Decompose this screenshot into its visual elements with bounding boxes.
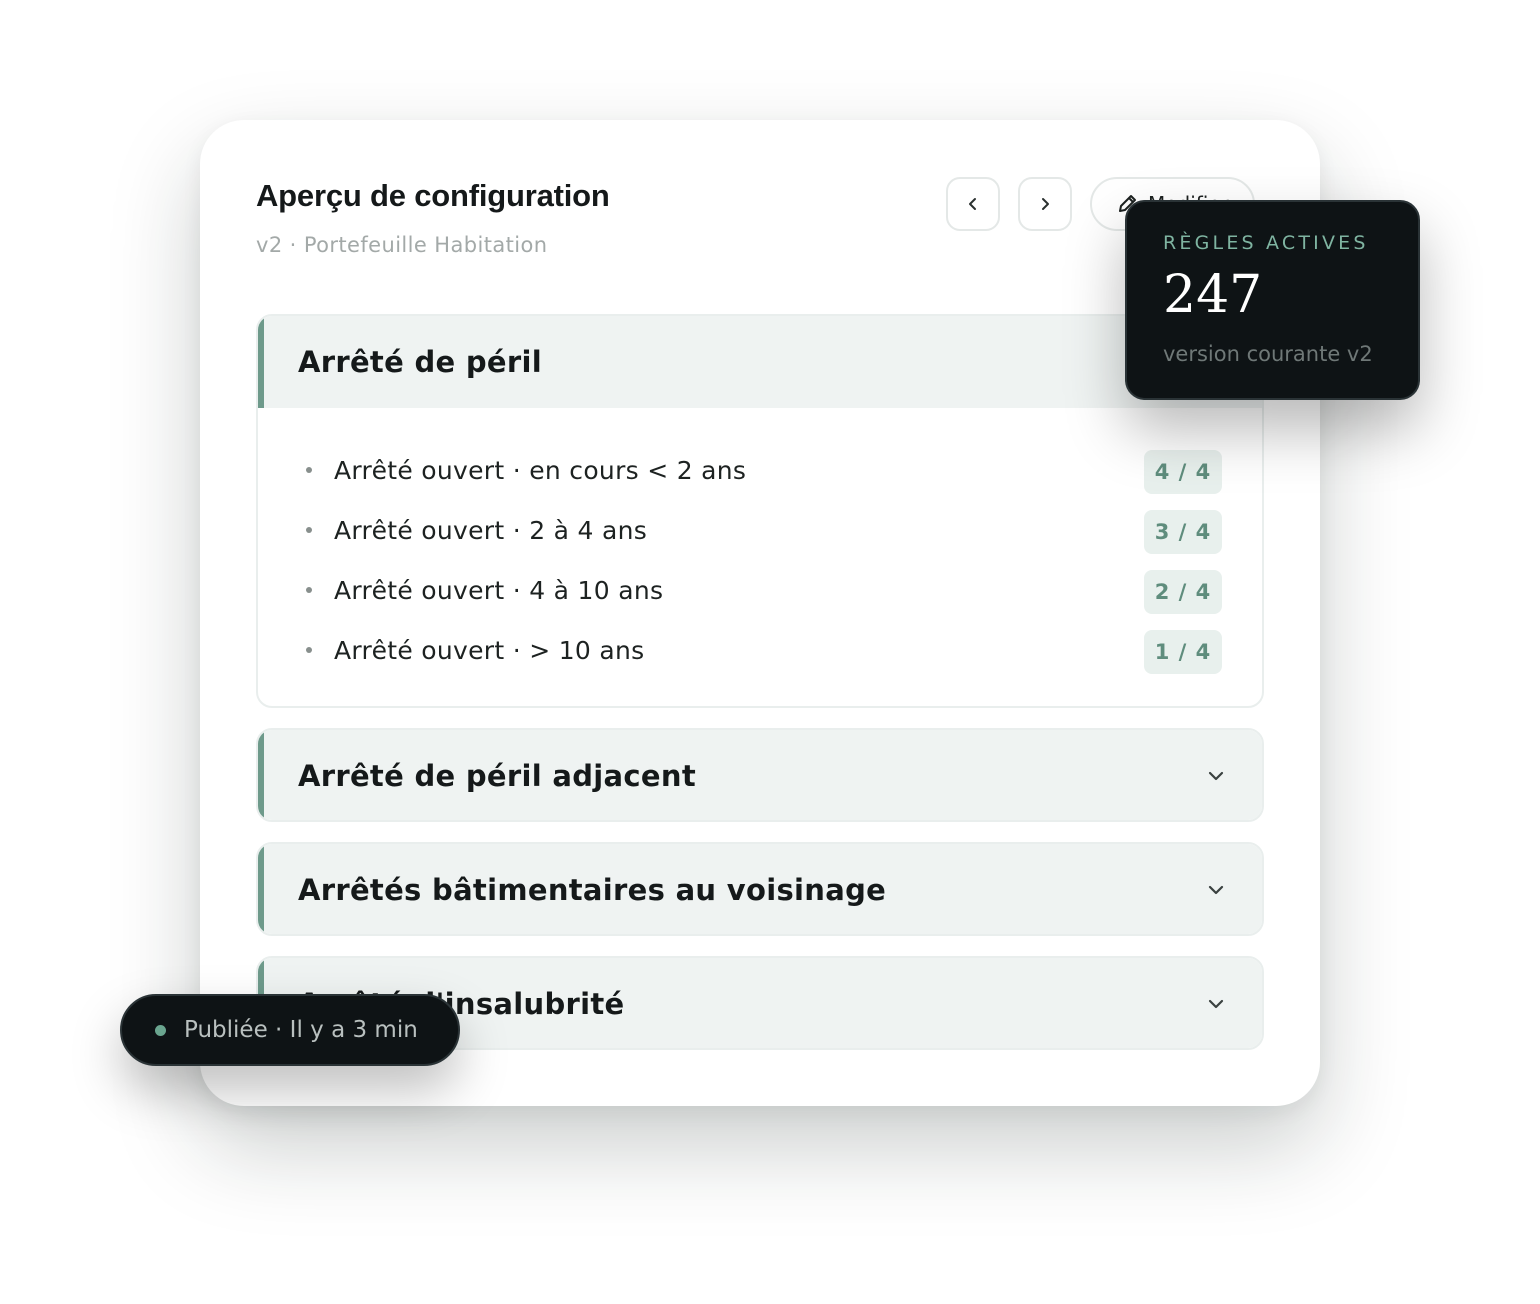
bullet [306, 527, 312, 533]
chevron-down-icon [1204, 878, 1228, 902]
list-item: Arrêté ouvert · 4 à 10 ans 2 / 4 [298, 560, 1222, 620]
chevron-down-icon [1204, 992, 1228, 1016]
stat-label: RÈGLES ACTIVES [1163, 232, 1369, 254]
status-dot-icon [155, 1024, 166, 1036]
section-title: Arrêté de péril adjacent [298, 759, 696, 793]
chevron-left-icon [969, 198, 976, 210]
list-item: Arrêté ouvert · > 10 ans 1 / 4 [298, 620, 1222, 680]
bullet [306, 587, 312, 593]
rule-label: Arrêté ouvert · > 10 ans [334, 635, 645, 665]
previous-button[interactable] [946, 177, 1000, 231]
section-header[interactable]: Arrêté de péril adjacent [258, 730, 1262, 820]
rule-list: Arrêté ouvert · en cours < 2 ans 4 / 4 A… [258, 408, 1262, 694]
rule-label: Arrêté ouvert · 2 à 4 ans [334, 515, 648, 545]
stage: Aperçu de configuration v2 · Portefeuill… [0, 0, 1540, 1304]
list-item: Arrêté ouvert · 2 à 4 ans 3 / 4 [298, 500, 1222, 560]
section-arrete-de-peril-adjacent: Arrêté de péril adjacent [256, 728, 1264, 822]
section-arrete-de-peril: Arrêté de péril Arrêté ouvert · en cours… [256, 314, 1264, 708]
section-title: Arrêté de péril [298, 345, 542, 379]
rule-label: Arrêté ouvert · 4 à 10 ans [334, 575, 664, 605]
stat-value: 247 [1163, 265, 1263, 325]
rule-score-badge: 2 / 4 [1144, 570, 1222, 614]
status-text: Publiée · Il y a 3 min [184, 1017, 418, 1043]
stat-caption: version courante v2 [1163, 342, 1373, 366]
chevron-down-icon [1204, 764, 1228, 788]
bullet [306, 467, 312, 473]
section-title: Arrêtés bâtimentaires au voisinage [298, 873, 887, 907]
page-title: Aperçu de configuration [256, 178, 610, 213]
rule-score-badge: 4 / 4 [1144, 450, 1222, 494]
rule-score-badge: 1 / 4 [1144, 630, 1222, 674]
list-item: Arrêté ouvert · en cours < 2 ans 4 / 4 [298, 440, 1222, 500]
rule-score-badge: 3 / 4 [1144, 510, 1222, 554]
rule-label: Arrêté ouvert · en cours < 2 ans [334, 455, 747, 485]
next-button[interactable] [1018, 177, 1072, 231]
section-header[interactable]: Arrêtés bâtimentaires au voisinage [258, 844, 1262, 934]
page-subtitle: v2 · Portefeuille Habitation [256, 233, 548, 257]
section-arretes-batimentaires: Arrêtés bâtimentaires au voisinage [256, 842, 1264, 936]
bullet [306, 647, 312, 653]
chevron-right-icon [1042, 198, 1049, 210]
status-badge: Publiée · Il y a 3 min [120, 994, 460, 1066]
section-header[interactable]: Arrêté de péril [258, 316, 1262, 408]
active-rules-stat-card: RÈGLES ACTIVES 247 version courante v2 [1125, 200, 1420, 400]
